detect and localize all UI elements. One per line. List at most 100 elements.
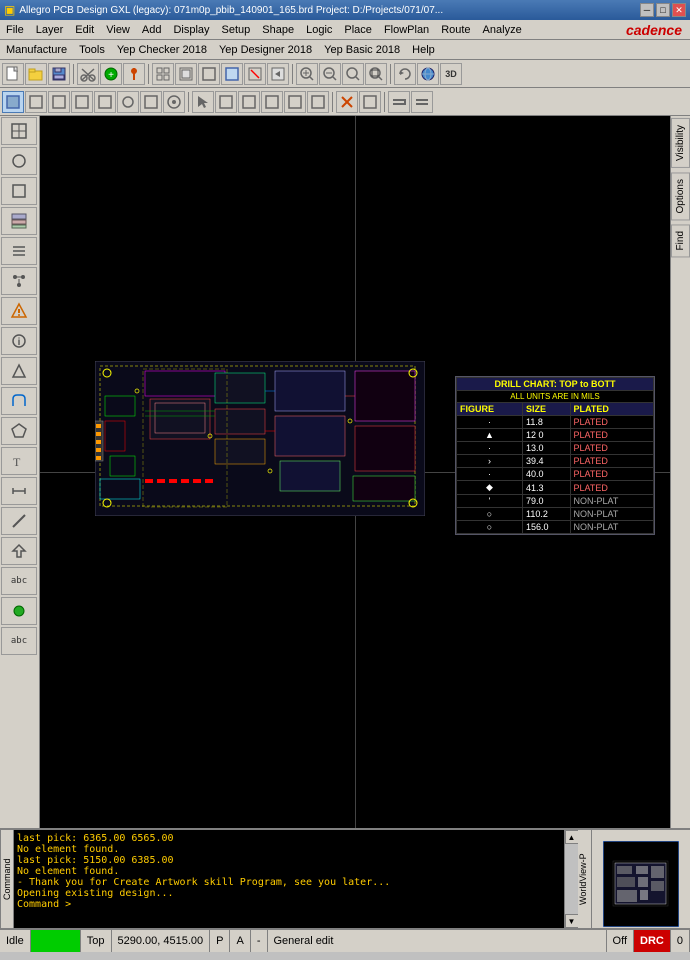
tb2-b12[interactable] bbox=[307, 91, 329, 113]
side-btn-list[interactable] bbox=[1, 237, 37, 265]
side-btn-2[interactable] bbox=[1, 147, 37, 175]
minimize-button[interactable]: ─ bbox=[640, 3, 654, 17]
menu-edit[interactable]: Edit bbox=[69, 22, 100, 38]
menu-analyze[interactable]: Analyze bbox=[477, 22, 528, 38]
maximize-button[interactable]: □ bbox=[656, 3, 670, 17]
toolbar1: + 3D bbox=[0, 60, 690, 88]
menu-manufacture[interactable]: Manufacture bbox=[0, 42, 73, 58]
drill-row-3: ·13.0PLATED bbox=[457, 442, 654, 455]
status-a[interactable]: A bbox=[230, 930, 250, 952]
side-btn-arrow[interactable] bbox=[1, 537, 37, 565]
tb2-b6[interactable] bbox=[140, 91, 162, 113]
menu-flowplan[interactable]: FlowPlan bbox=[378, 22, 435, 38]
menu-view[interactable]: View bbox=[100, 22, 136, 38]
console-scrollbar[interactable]: ▲ ▼ bbox=[564, 830, 578, 928]
side-btn-route[interactable] bbox=[1, 387, 37, 415]
side-btn-layers[interactable] bbox=[1, 207, 37, 235]
tb2-b2[interactable] bbox=[48, 91, 70, 113]
tb2-b10[interactable] bbox=[261, 91, 283, 113]
tb-refresh[interactable] bbox=[198, 63, 220, 85]
menu-logic[interactable]: Logic bbox=[300, 22, 338, 38]
console-label: Command bbox=[0, 830, 14, 928]
status-off: Off bbox=[607, 930, 634, 952]
tb-pin[interactable] bbox=[123, 63, 145, 85]
side-btn-color[interactable] bbox=[1, 597, 37, 625]
tb2-b3[interactable] bbox=[71, 91, 93, 113]
tb-save[interactable] bbox=[48, 63, 70, 85]
menu-display[interactable]: Display bbox=[167, 22, 215, 38]
tb2-b4[interactable] bbox=[94, 91, 116, 113]
tb-deselect[interactable] bbox=[244, 63, 266, 85]
menu-yep-designer[interactable]: Yep Designer 2018 bbox=[213, 42, 318, 58]
side-btn-line[interactable] bbox=[1, 507, 37, 535]
menu-tools[interactable]: Tools bbox=[73, 42, 111, 58]
tb-sep4 bbox=[390, 64, 391, 84]
drill-row-5: ·40.0PLATED bbox=[457, 468, 654, 481]
tb-zoom-in[interactable] bbox=[296, 63, 318, 85]
side-btn-label-abc2[interactable]: abc bbox=[1, 627, 37, 655]
side-btn-label-abc[interactable]: abc bbox=[1, 567, 37, 595]
tb2-b1[interactable] bbox=[25, 91, 47, 113]
side-btn-drc[interactable] bbox=[1, 297, 37, 325]
menu-file[interactable]: File bbox=[0, 22, 30, 38]
side-btn-3[interactable] bbox=[1, 177, 37, 205]
drill-row-1: ·11.8PLATED bbox=[457, 416, 654, 429]
console-output[interactable]: last pick: 6365.00 6565.00 No element fo… bbox=[14, 830, 564, 928]
menu-setup[interactable]: Setup bbox=[216, 22, 257, 38]
tb2-b5[interactable] bbox=[117, 91, 139, 113]
side-btn-props[interactable]: i bbox=[1, 327, 37, 355]
canvas-area[interactable]: DRILL CHART: TOP to BOTT ALL UNITS ARE I… bbox=[40, 116, 670, 828]
menu-yep-basic[interactable]: Yep Basic 2018 bbox=[318, 42, 406, 58]
scroll-track[interactable] bbox=[565, 844, 579, 914]
tb-cut[interactable] bbox=[77, 63, 99, 85]
tb-zoom-out[interactable] bbox=[319, 63, 341, 85]
side-btn-net[interactable] bbox=[1, 267, 37, 295]
scroll-up-btn[interactable]: ▲ bbox=[565, 830, 579, 844]
tb2-b9[interactable] bbox=[238, 91, 260, 113]
tb-rotate[interactable] bbox=[394, 63, 416, 85]
tb2-b13[interactable] bbox=[359, 91, 381, 113]
tab-find[interactable]: Find bbox=[671, 224, 690, 257]
tb2-b11[interactable] bbox=[284, 91, 306, 113]
status-p[interactable]: P bbox=[210, 930, 230, 952]
tb-new[interactable] bbox=[2, 63, 24, 85]
menu-shape[interactable]: Shape bbox=[256, 22, 300, 38]
tab-options[interactable]: Options bbox=[671, 172, 690, 220]
tb2-sep3 bbox=[384, 92, 385, 112]
side-btn-text[interactable]: T bbox=[1, 447, 37, 475]
menu-yep-checker[interactable]: Yep Checker 2018 bbox=[111, 42, 213, 58]
tb-open[interactable] bbox=[25, 63, 47, 85]
tb2-b15[interactable] bbox=[411, 91, 433, 113]
side-btn-flip[interactable] bbox=[1, 357, 37, 385]
tb2-b14[interactable] bbox=[388, 91, 410, 113]
tb-highlight[interactable] bbox=[175, 63, 197, 85]
menu-route[interactable]: Route bbox=[435, 22, 476, 38]
drill-col-plated: PLATED bbox=[570, 403, 653, 416]
tb-add-connect[interactable]: + bbox=[100, 63, 122, 85]
status-indicator bbox=[31, 930, 81, 952]
console-line-5: - Thank you for Create Artwork skill Pro… bbox=[17, 877, 561, 888]
menu-place[interactable]: Place bbox=[338, 22, 378, 38]
side-btn-1[interactable] bbox=[1, 117, 37, 145]
side-btn-shape[interactable] bbox=[1, 417, 37, 445]
side-btn-measure[interactable] bbox=[1, 477, 37, 505]
tb2-xmark[interactable] bbox=[336, 91, 358, 113]
scroll-down-btn[interactable]: ▼ bbox=[565, 914, 579, 928]
close-button[interactable]: ✕ bbox=[672, 3, 686, 17]
tab-visibility[interactable]: Visibility bbox=[671, 118, 690, 168]
tb-box-select[interactable] bbox=[221, 63, 243, 85]
tb2-select[interactable] bbox=[2, 91, 24, 113]
tb-zoom-area[interactable] bbox=[365, 63, 387, 85]
tb2-cursor[interactable] bbox=[192, 91, 214, 113]
tb-3d[interactable]: 3D bbox=[440, 63, 462, 85]
tb-grid[interactable] bbox=[152, 63, 174, 85]
console-line-6: Opening existing design... bbox=[17, 888, 561, 899]
tb-zoom-fit[interactable] bbox=[342, 63, 364, 85]
tb-world-view[interactable] bbox=[417, 63, 439, 85]
menu-help[interactable]: Help bbox=[406, 42, 441, 58]
tb-back[interactable] bbox=[267, 63, 289, 85]
menu-add[interactable]: Add bbox=[136, 22, 168, 38]
menu-layer[interactable]: Layer bbox=[30, 22, 70, 38]
tb2-b8[interactable] bbox=[215, 91, 237, 113]
tb2-b7[interactable] bbox=[163, 91, 185, 113]
